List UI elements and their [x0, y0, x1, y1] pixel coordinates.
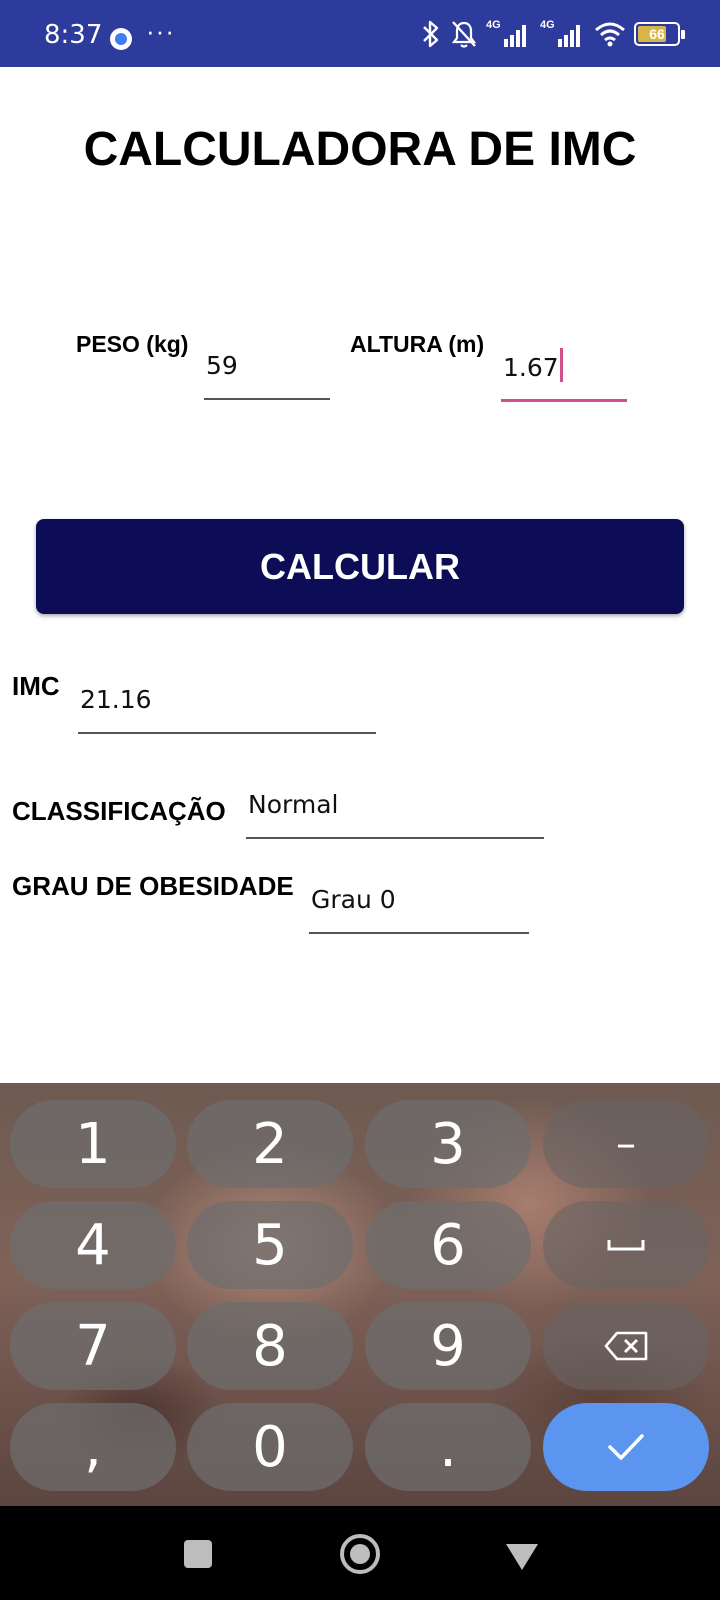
- altura-input[interactable]: 1.67: [501, 330, 627, 402]
- altura-label: ALTURA (m): [350, 331, 485, 357]
- status-time: 8:37: [44, 20, 103, 50]
- calcular-button[interactable]: CALCULAR: [36, 519, 684, 614]
- backspace-icon: [603, 1330, 649, 1362]
- wifi-icon: [594, 21, 626, 47]
- checkmark-icon: [606, 1432, 646, 1462]
- bell-muted-icon: [450, 19, 478, 49]
- recents-square-icon[interactable]: [184, 1540, 212, 1568]
- bluetooth-icon: [420, 20, 442, 48]
- imc-field[interactable]: 21.16: [78, 662, 376, 734]
- grau-field[interactable]: Grau 0: [309, 862, 529, 934]
- key-8[interactable]: 8: [187, 1302, 353, 1390]
- home-circle-icon[interactable]: [340, 1534, 380, 1574]
- signal-4g-icon-1: 4G: [486, 19, 532, 49]
- text-cursor: [559, 348, 563, 382]
- key-comma[interactable]: ,: [10, 1403, 176, 1491]
- key-6[interactable]: 6: [365, 1201, 531, 1289]
- back-triangle-icon[interactable]: [506, 1544, 538, 1570]
- classificacao-field[interactable]: Normal: [246, 766, 544, 839]
- key-9[interactable]: 9: [365, 1302, 531, 1390]
- numeric-keyboard: 1 2 3 – 4 5 6 7 8 9 , 0 .: [0, 1083, 720, 1506]
- key-minus[interactable]: –: [543, 1100, 709, 1188]
- key-space[interactable]: [543, 1201, 709, 1289]
- battery-percent: 66: [649, 26, 665, 42]
- key-7[interactable]: 7: [10, 1302, 176, 1390]
- grau-label: GRAU DE OBESIDADE: [12, 871, 294, 901]
- key-5[interactable]: 5: [187, 1201, 353, 1289]
- classificacao-label: CLASSIFICAÇÃO: [12, 796, 226, 826]
- navigation-bar: [0, 1506, 720, 1600]
- space-icon: [606, 1237, 646, 1253]
- key-backspace[interactable]: [543, 1302, 709, 1390]
- status-bar: 8:37 ··· 4G 4G 66: [0, 0, 720, 67]
- imc-value: 21.16: [80, 685, 152, 714]
- key-2[interactable]: 2: [187, 1100, 353, 1188]
- page-title: CALCULADORA DE IMC: [83, 123, 637, 176]
- signal-4g-icon-2: 4G: [540, 19, 586, 49]
- key-1[interactable]: 1: [10, 1100, 176, 1188]
- key-4[interactable]: 4: [10, 1201, 176, 1289]
- key-0[interactable]: 0: [187, 1403, 353, 1491]
- grau-value: Grau 0: [311, 885, 396, 914]
- altura-value: 1.67: [503, 353, 559, 382]
- imc-label: IMC: [12, 671, 60, 701]
- peso-input[interactable]: 59: [204, 330, 330, 400]
- classificacao-value: Normal: [248, 790, 339, 819]
- key-period[interactable]: .: [365, 1403, 531, 1491]
- key-3[interactable]: 3: [365, 1100, 531, 1188]
- peso-label: PESO (kg): [76, 331, 189, 357]
- app-notification-icon: [110, 28, 132, 50]
- status-icons: 4G 4G 66: [420, 18, 685, 50]
- key-done[interactable]: [543, 1403, 709, 1491]
- peso-value: 59: [206, 351, 238, 380]
- more-notifications-icon: ···: [146, 16, 175, 46]
- battery-icon: 66: [634, 22, 685, 46]
